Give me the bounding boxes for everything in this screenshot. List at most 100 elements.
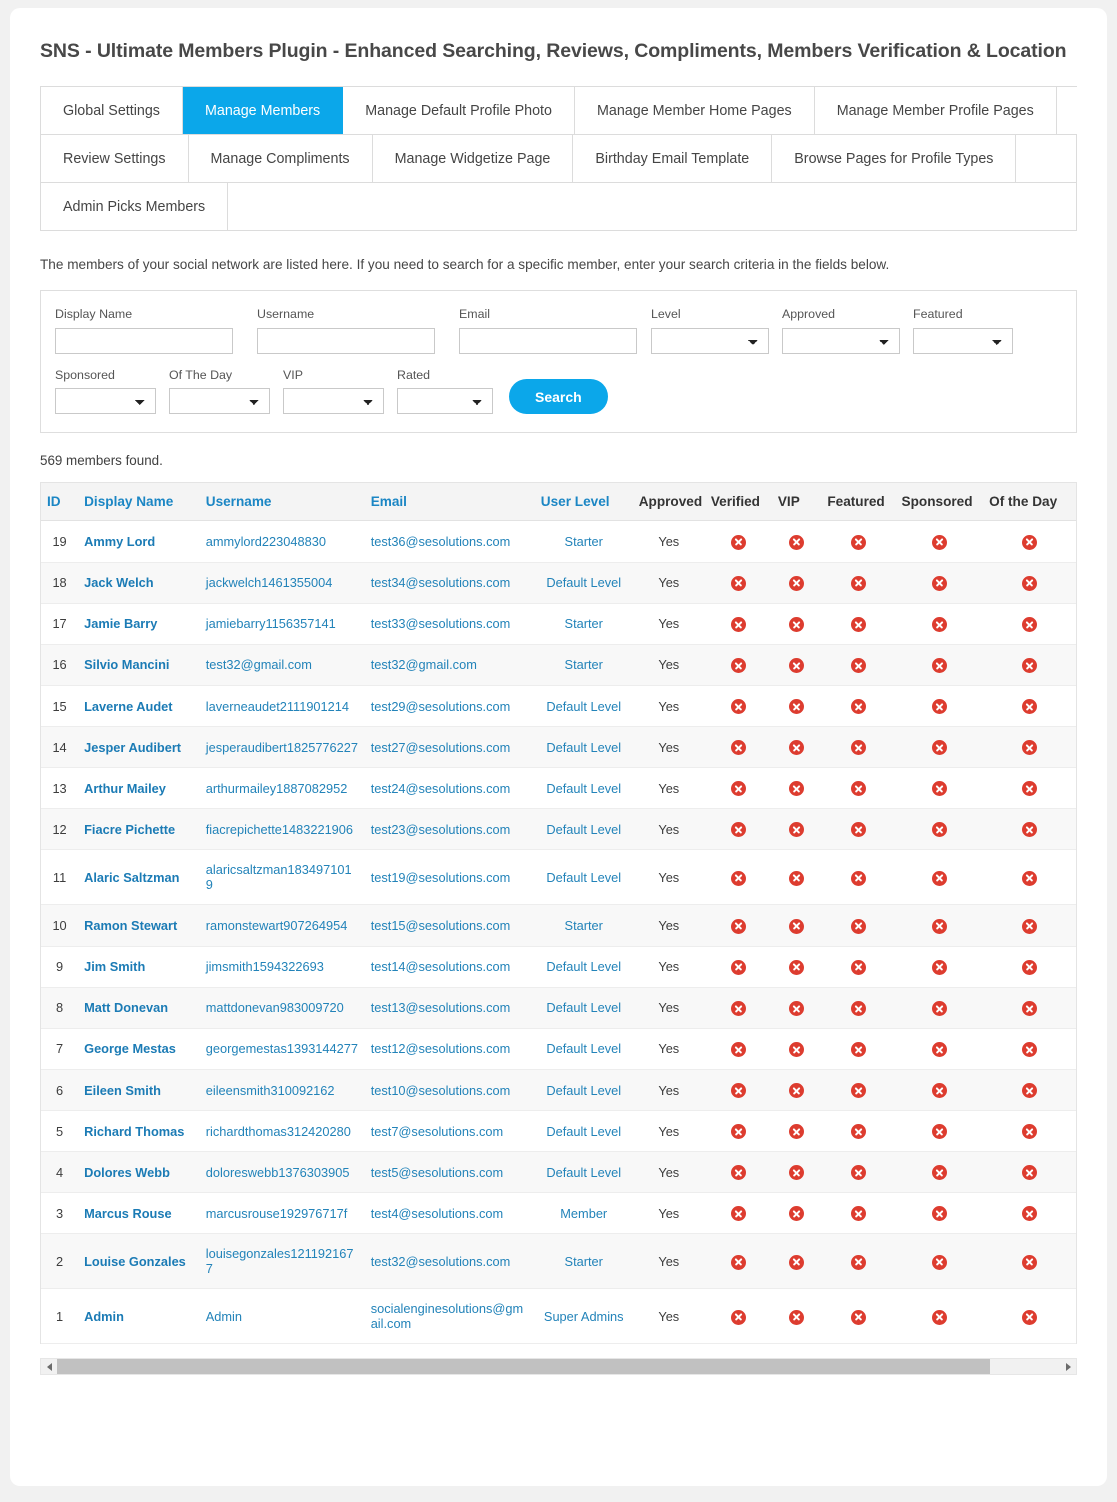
cell-user-level[interactable]: Default Level [534, 808, 633, 851]
member-email-link[interactable]: test24@sesolutions.com [371, 781, 511, 796]
cell-verified[interactable] [704, 520, 772, 563]
status-no-icon[interactable] [850, 740, 866, 756]
cell-featured[interactable] [821, 849, 896, 906]
email-input[interactable] [459, 327, 637, 354]
cell-featured[interactable] [821, 644, 896, 686]
status-no-icon[interactable] [1022, 781, 1038, 797]
cell-verified[interactable] [704, 987, 772, 1029]
cell-display-name[interactable]: Jamie Barry [78, 603, 200, 645]
cell-username[interactable]: alaricsaltzman1834971019 [199, 849, 365, 906]
cell-username[interactable]: arthurmailey1887082952 [199, 767, 365, 810]
member-level-link[interactable]: Default Level [546, 1041, 621, 1056]
cell-display-name[interactable]: Silvio Mancini [78, 644, 200, 686]
scroll-left-arrow-icon[interactable] [41, 1359, 57, 1374]
cell-vip[interactable] [771, 1110, 822, 1153]
member-username-link[interactable]: alaricsaltzman1834971019 [206, 862, 352, 892]
cell-verified[interactable] [704, 904, 772, 947]
search-button[interactable]: Search [509, 379, 608, 415]
tab-browse-pages-for-profile-types[interactable]: Browse Pages for Profile Types [772, 134, 1017, 182]
cell-email[interactable]: test19@sesolutions.com [364, 849, 535, 906]
cell-email[interactable]: test32@sesolutions.com [364, 1233, 535, 1290]
status-no-icon[interactable] [931, 918, 947, 934]
status-no-icon[interactable] [850, 918, 866, 934]
tab-review-settings[interactable]: Review Settings [41, 134, 189, 182]
status-no-icon[interactable] [850, 1254, 866, 1270]
cell-email[interactable]: test36@sesolutions.com [364, 520, 535, 563]
status-no-icon[interactable] [850, 657, 866, 673]
cell-email[interactable]: test24@sesolutions.com [364, 767, 535, 810]
status-no-icon[interactable] [1022, 822, 1038, 838]
cell-of-the-day[interactable] [983, 520, 1076, 563]
cell-of-the-day[interactable] [983, 685, 1076, 728]
cell-featured[interactable] [821, 1028, 896, 1070]
status-no-icon[interactable] [850, 822, 866, 838]
status-no-icon[interactable] [789, 1254, 805, 1270]
display-name-input[interactable] [55, 327, 233, 354]
member-username-link[interactable]: fiacrepichette1483221906 [206, 822, 353, 837]
cell-display-name[interactable]: Dolores Webb [78, 1151, 200, 1194]
cell-verified[interactable] [704, 685, 772, 728]
status-no-icon[interactable] [789, 1124, 805, 1140]
member-username-link[interactable]: doloreswebb1376303905 [206, 1165, 350, 1180]
status-no-icon[interactable] [1022, 918, 1038, 934]
cell-display-name[interactable]: Eileen Smith [78, 1069, 200, 1112]
cell-user-level[interactable]: Default Level [534, 1151, 633, 1194]
member-email-link[interactable]: test19@sesolutions.com [371, 870, 511, 885]
member-username-link[interactable]: marcusrouse192976717f [206, 1206, 348, 1221]
status-no-icon[interactable] [931, 1206, 947, 1222]
cell-user-level[interactable]: Starter [534, 1233, 633, 1290]
cell-username[interactable]: Admin [199, 1288, 365, 1345]
cell-email[interactable]: test29@sesolutions.com [364, 685, 535, 728]
cell-display-name[interactable]: Jim Smith [78, 946, 200, 988]
member-level-link[interactable]: Starter [565, 918, 603, 933]
member-name-link[interactable]: Ammy Lord [84, 534, 155, 549]
cell-of-the-day[interactable] [983, 1192, 1076, 1235]
tab-birthday-email-template[interactable]: Birthday Email Template [573, 134, 773, 182]
member-email-link[interactable]: test4@sesolutions.com [371, 1206, 504, 1221]
col-header-display-name[interactable]: Display Name [78, 483, 200, 522]
cell-vip[interactable] [771, 726, 822, 769]
scroll-right-arrow-icon[interactable] [1060, 1359, 1076, 1374]
status-no-icon[interactable] [1022, 870, 1038, 886]
member-name-link[interactable]: Ramon Stewart [84, 918, 177, 933]
tab-manage-members[interactable]: Manage Members [182, 86, 344, 134]
status-no-icon[interactable] [931, 657, 947, 673]
cell-of-the-day[interactable] [983, 1233, 1076, 1290]
member-level-link[interactable]: Default Level [546, 575, 621, 590]
cell-username[interactable]: jesperaudibert1825776227 [199, 726, 365, 769]
member-email-link[interactable]: test29@sesolutions.com [371, 699, 511, 714]
of-the-day-select[interactable] [169, 388, 270, 415]
cell-vip[interactable] [771, 603, 822, 645]
member-email-link[interactable]: test14@sesolutions.com [371, 959, 511, 974]
rated-select[interactable] [397, 388, 493, 415]
status-no-icon[interactable] [850, 699, 866, 715]
cell-of-the-day[interactable] [983, 1151, 1076, 1194]
member-username-link[interactable]: eileensmith310092162 [206, 1083, 335, 1098]
cell-display-name[interactable]: Ammy Lord [78, 520, 200, 563]
cell-sponsored[interactable] [895, 685, 984, 728]
cell-verified[interactable] [704, 767, 772, 810]
member-level-link[interactable]: Default Level [546, 781, 621, 796]
cell-verified[interactable] [704, 1110, 772, 1153]
member-email-link[interactable]: test10@sesolutions.com [371, 1083, 511, 1098]
status-no-icon[interactable] [931, 822, 947, 838]
cell-sponsored[interactable] [895, 1069, 984, 1112]
member-username-link[interactable]: georgemestas1393144277 [206, 1041, 358, 1056]
cell-featured[interactable] [821, 1110, 896, 1153]
member-username-link[interactable]: mattdonevan983009720 [206, 1000, 344, 1015]
status-no-icon[interactable] [1022, 959, 1038, 975]
tab-manage-compliments[interactable]: Manage Compliments [188, 134, 373, 182]
status-no-icon[interactable] [850, 870, 866, 886]
cell-username[interactable]: doloreswebb1376303905 [199, 1151, 365, 1194]
status-no-icon[interactable] [730, 1165, 746, 1181]
status-no-icon[interactable] [730, 1083, 746, 1099]
cell-display-name[interactable]: Richard Thomas [78, 1110, 200, 1153]
cell-vip[interactable] [771, 946, 822, 988]
member-email-link[interactable]: test27@sesolutions.com [371, 740, 511, 755]
cell-username[interactable]: richardthomas312420280 [199, 1110, 365, 1153]
cell-email[interactable]: test23@sesolutions.com [364, 808, 535, 851]
cell-verified[interactable] [704, 808, 772, 851]
cell-of-the-day[interactable] [983, 603, 1076, 645]
status-no-icon[interactable] [789, 1165, 805, 1181]
member-name-link[interactable]: Jamie Barry [84, 616, 157, 631]
